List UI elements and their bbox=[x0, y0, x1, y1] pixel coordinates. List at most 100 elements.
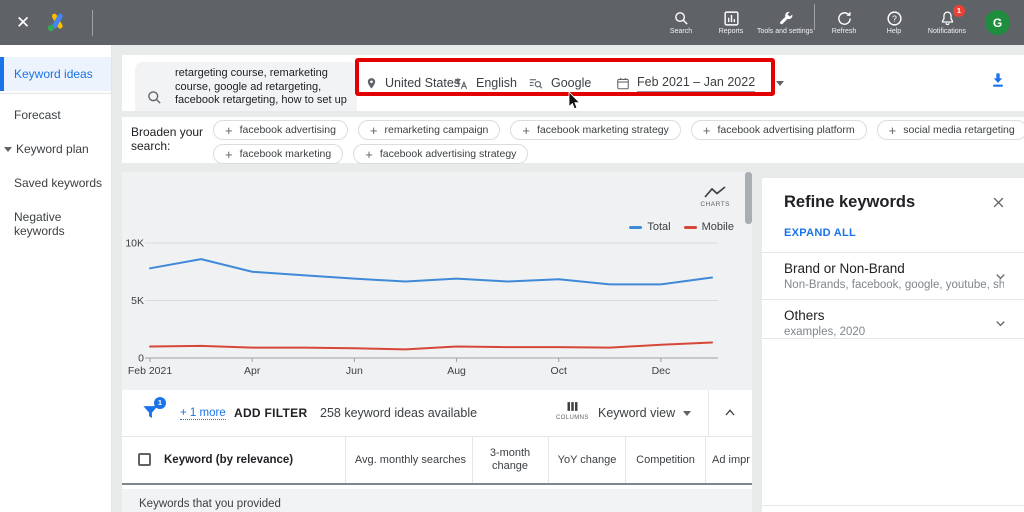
charts-button[interactable]: CHARTS bbox=[700, 186, 730, 208]
refresh-action[interactable]: Refresh bbox=[819, 10, 869, 36]
wrench-icon bbox=[777, 10, 794, 27]
column-divider bbox=[548, 437, 549, 483]
notifications-action[interactable]: Notifications 1 bbox=[919, 10, 975, 36]
download-button[interactable] bbox=[988, 70, 1008, 90]
help-action[interactable]: ? Help bbox=[869, 10, 919, 36]
chip-label: facebook advertising platform bbox=[717, 124, 854, 136]
suggestion-chip[interactable]: +social media retargeting bbox=[877, 120, 1024, 140]
sidebar-item-keyword-plan[interactable]: Keyword plan bbox=[0, 132, 111, 166]
search-icon bbox=[147, 90, 162, 105]
chip-label: facebook marketing strategy bbox=[537, 124, 669, 136]
line-chart-icon bbox=[704, 186, 726, 199]
filter-bar: 1 + 1 more ADD FILTER 258 keyword ideas … bbox=[122, 390, 752, 437]
plus-icon: + bbox=[703, 124, 711, 137]
svg-text:Jun: Jun bbox=[346, 365, 363, 377]
reports-action[interactable]: Reports bbox=[706, 10, 756, 36]
svg-text:Dec: Dec bbox=[652, 365, 671, 377]
add-filter-button[interactable]: ADD FILTER bbox=[234, 406, 307, 420]
search-targeting-bar: retargeting course, remarketing course, … bbox=[122, 55, 1024, 111]
suggestion-chip[interactable]: + facebook advertising platform bbox=[691, 120, 867, 140]
legend-item-mobile[interactable]: Mobile bbox=[684, 221, 734, 233]
svg-text:5K: 5K bbox=[131, 295, 144, 307]
close-icon[interactable] bbox=[991, 195, 1006, 210]
topbar-actions: Search Reports Tools and settings Refres… bbox=[656, 4, 1024, 42]
network-setting[interactable]: Google bbox=[528, 55, 591, 111]
column-header-competition[interactable]: Competition bbox=[629, 454, 702, 466]
translate-icon bbox=[453, 76, 469, 91]
broaden-label: Broaden your search: bbox=[131, 125, 213, 153]
location-value: United States bbox=[385, 76, 460, 90]
plus-icon: + bbox=[225, 148, 233, 161]
view-label: Keyword view bbox=[598, 406, 675, 420]
svg-text:0: 0 bbox=[138, 353, 144, 365]
column-header-ad-impr[interactable]: Ad impr bbox=[712, 454, 750, 466]
collapse-chart-button[interactable] bbox=[722, 405, 738, 421]
legend-swatch bbox=[684, 226, 697, 229]
suggestion-chips: +facebook advertising +remarketing campa… bbox=[213, 120, 1024, 164]
topbar-left: ✕ bbox=[0, 10, 93, 36]
filter-count-badge: 1 bbox=[154, 397, 166, 409]
chevron-down-icon[interactable] bbox=[776, 81, 784, 86]
keyword-planner-page: { "topbar": { "actions": [ { "label": "S… bbox=[0, 0, 1024, 512]
column-header-3-month[interactable]: 3-month change bbox=[477, 447, 543, 473]
network-value: Google bbox=[551, 76, 591, 90]
trend-chart-svg: 05K10KFeb 2021AprJunAugOctDec bbox=[122, 172, 752, 390]
sidebar-item-label: Keyword plan bbox=[16, 142, 89, 156]
chevron-down-icon[interactable] bbox=[993, 269, 1008, 284]
sidebar-divider bbox=[0, 93, 111, 94]
suggestion-chip[interactable]: + facebook marketing bbox=[213, 144, 343, 164]
sidebar-item-saved-keywords[interactable]: Saved keywords bbox=[0, 166, 111, 200]
chevron-down-icon[interactable] bbox=[993, 316, 1008, 331]
legend-label: Mobile bbox=[702, 221, 734, 233]
column-divider bbox=[625, 437, 626, 483]
refine-panel-title: Refine keywords bbox=[784, 193, 915, 212]
date-range-value: Feb 2021 – Jan 2022 bbox=[637, 75, 755, 92]
divider bbox=[762, 338, 1024, 339]
keyword-view-dropdown[interactable]: Keyword view bbox=[598, 406, 691, 420]
scrollbar-thumb[interactable] bbox=[745, 172, 752, 224]
suggestion-chip[interactable]: +remarketing campaign bbox=[358, 120, 500, 140]
expand-all-link[interactable]: EXPAND ALL bbox=[784, 227, 856, 239]
date-range-setting[interactable]: Feb 2021 – Jan 2022 bbox=[616, 55, 784, 111]
search-action[interactable]: Search bbox=[656, 10, 706, 36]
svg-text:10K: 10K bbox=[125, 238, 144, 250]
search-network-icon bbox=[528, 76, 544, 91]
svg-text:?: ? bbox=[892, 13, 897, 23]
divider bbox=[762, 299, 1024, 300]
avatar[interactable]: G bbox=[985, 10, 1010, 35]
search-query-text: retargeting course, remarketing course, … bbox=[175, 67, 349, 108]
column-divider bbox=[705, 437, 706, 483]
chart-legend: Total Mobile bbox=[629, 221, 734, 233]
sidebar-item-keyword-ideas[interactable]: Keyword ideas bbox=[0, 57, 111, 91]
suggestion-chip[interactable]: +facebook advertising strategy bbox=[353, 144, 528, 164]
suggestion-chip[interactable]: +facebook marketing strategy bbox=[510, 120, 681, 140]
plus-icon: + bbox=[370, 124, 378, 137]
location-setting[interactable]: United States bbox=[365, 55, 460, 111]
sidebar-item-negative-keywords[interactable]: Negative keywords bbox=[0, 200, 111, 248]
columns-button[interactable]: COLUMNS bbox=[556, 399, 589, 421]
close-icon[interactable]: ✕ bbox=[16, 13, 30, 33]
chip-label: social media retargeting bbox=[903, 124, 1014, 136]
column-header-avg-searches[interactable]: Avg. monthly searches bbox=[350, 454, 466, 466]
keyword-search-input[interactable]: retargeting course, remarketing course, … bbox=[135, 62, 357, 111]
column-header-keyword[interactable]: Keyword (by relevance) bbox=[164, 454, 293, 466]
sidebar-item-label: Negative keywords bbox=[14, 210, 94, 238]
tools-settings-action[interactable]: Tools and settings bbox=[756, 10, 814, 36]
chip-label: facebook marketing bbox=[240, 148, 332, 160]
legend-item-total[interactable]: Total bbox=[629, 221, 670, 233]
topbar-divider bbox=[92, 10, 93, 36]
select-all-checkbox[interactable] bbox=[138, 453, 151, 466]
more-filters-link[interactable]: + 1 more bbox=[180, 407, 226, 420]
keyword-ideas-status: 258 keyword ideas available bbox=[320, 406, 477, 420]
column-header-yoy[interactable]: YoY change bbox=[552, 454, 622, 466]
sidebar: Keyword ideas Forecast Keyword plan Save… bbox=[0, 45, 112, 512]
suggestion-chip[interactable]: +facebook advertising bbox=[213, 120, 348, 140]
sidebar-item-forecast[interactable]: Forecast bbox=[0, 98, 111, 132]
refine-group-others[interactable]: Others examples, 2020 bbox=[784, 308, 1004, 338]
column-divider bbox=[345, 437, 346, 483]
svg-text:Aug: Aug bbox=[447, 365, 466, 377]
language-setting[interactable]: English bbox=[453, 55, 517, 111]
refine-group-brand[interactable]: Brand or Non-Brand Non-Brands, facebook,… bbox=[784, 261, 1004, 291]
reports-icon bbox=[723, 10, 740, 27]
broaden-search-row: Broaden your search: +facebook advertisi… bbox=[122, 117, 1024, 163]
